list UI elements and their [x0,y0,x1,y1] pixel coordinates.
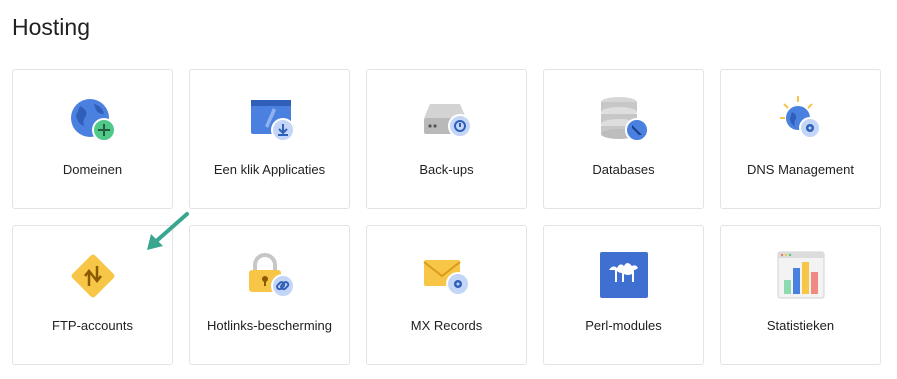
database-icon [597,94,651,146]
tile-databases[interactable]: Databases [543,69,704,209]
pointer-arrow-icon [147,212,189,250]
tile-perl-modules[interactable]: Perl-modules [543,225,704,365]
tile-dns-management[interactable]: DNS Management [720,69,881,209]
tile-label: DNS Management [747,162,854,177]
tile-hotlinks-bescherming[interactable]: Hotlinks-bescherming [189,225,350,365]
dns-globe-icon [774,94,828,146]
tile-label: Hotlinks-bescherming [207,318,332,333]
tile-domeinen[interactable]: Domeinen [12,69,173,209]
ftp-transfer-icon [66,250,120,302]
perl-camel-icon [597,250,651,302]
tile-label: Domeinen [62,162,123,177]
tile-label: Databases [592,162,655,177]
tile-label: Statistieken [766,318,835,333]
bar-chart-icon [774,250,828,302]
tile-label: Perl-modules [585,318,662,333]
mail-settings-icon [420,250,474,302]
page-title: Hosting [12,14,90,40]
app-folder-icon [243,94,297,146]
tile-label: MX Records [410,318,483,333]
tile-label: Back-ups [419,162,474,177]
tile-statistieken[interactable]: Statistieken [720,225,881,365]
tile-back-ups[interactable]: Back-ups [366,69,527,209]
tile-mx-records[interactable]: MX Records [366,225,527,365]
globe-add-icon [66,94,120,146]
tile-label: FTP-accounts [52,318,133,333]
lock-link-icon [243,250,297,302]
tile-label: Een klik Applicaties [213,162,326,177]
backup-drive-icon [420,94,474,146]
tile-een-klik-applicaties[interactable]: Een klik Applicaties [189,69,350,209]
